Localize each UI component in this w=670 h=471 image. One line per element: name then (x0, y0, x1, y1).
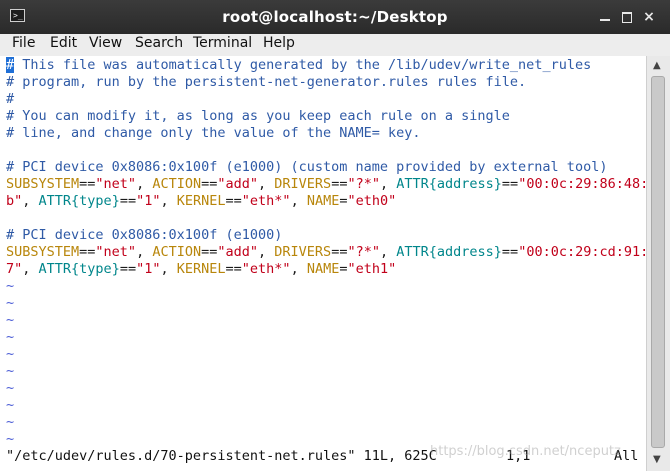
close-icon[interactable]: × (642, 10, 656, 24)
empty-line-tilde: ~ (6, 295, 15, 311)
comment-line: # program, run by the persistent-net-gen… (6, 74, 527, 90)
terminal-text-area[interactable]: # This file was automatically generated … (0, 56, 646, 471)
menu-search[interactable]: Search (135, 35, 183, 51)
comment-line: # (6, 91, 15, 107)
menu-view[interactable]: View (89, 35, 122, 51)
vertical-scrollbar[interactable]: ▲ ▼ (646, 56, 670, 471)
menu-terminal[interactable]: Terminal (193, 35, 252, 51)
rule-line: SUBSYSTEM=="net", ACTION=="add", DRIVERS… (6, 176, 646, 192)
maximize-icon[interactable] (620, 10, 634, 24)
scroll-down-arrow-icon[interactable]: ▼ (653, 454, 661, 465)
menu-edit[interactable]: Edit (50, 35, 77, 51)
empty-line-tilde: ~ (6, 431, 15, 447)
title-bar[interactable]: >_ root@localhost:~/Desktop × (0, 0, 670, 34)
rule-line: SUBSYSTEM=="net", ACTION=="add", DRIVERS… (6, 244, 646, 260)
window-title: root@localhost:~/Desktop (222, 8, 448, 26)
empty-line-tilde: ~ (6, 329, 15, 345)
rule-comment-line: # PCI device 0x8086:0x100f (e1000) (6, 227, 283, 243)
rule-line-wrap: 7", ATTR{type}=="1", KERNEL=="eth*", NAM… (6, 261, 397, 277)
empty-line-tilde: ~ (6, 397, 15, 413)
rule-comment-line: # PCI device 0x8086:0x100f (e1000) (cust… (6, 159, 608, 175)
menu-bar: File Edit View Search Terminal Help (0, 34, 670, 57)
empty-line-tilde: ~ (6, 278, 15, 294)
comment-line: # line, and change only the value of the… (6, 125, 421, 141)
rule-line-wrap: b", ATTR{type}=="1", KERNEL=="eth*", NAM… (6, 193, 397, 209)
scrollbar-thumb[interactable] (651, 76, 665, 448)
comment-line: # This file was automatically generated … (6, 57, 592, 73)
terminal-window: >_ root@localhost:~/Desktop × File Edit … (0, 0, 670, 471)
menu-file[interactable]: File (12, 35, 35, 51)
empty-line-tilde: ~ (6, 312, 15, 328)
scroll-up-arrow-icon[interactable]: ▲ (653, 60, 661, 71)
empty-line-tilde: ~ (6, 414, 15, 430)
minimize-icon[interactable] (598, 10, 612, 24)
vim-status-file: "/etc/udev/rules.d/70-persistent-net.rul… (6, 448, 437, 464)
empty-line-tilde: ~ (6, 380, 15, 396)
text-cursor: # (6, 57, 15, 73)
watermark: https://blog.csdn.net/nceputz (430, 444, 621, 459)
empty-line-tilde: ~ (6, 363, 15, 379)
menu-help[interactable]: Help (263, 35, 295, 51)
comment-line: # You can modify it, as long as you keep… (6, 108, 510, 124)
empty-line-tilde: ~ (6, 346, 15, 362)
